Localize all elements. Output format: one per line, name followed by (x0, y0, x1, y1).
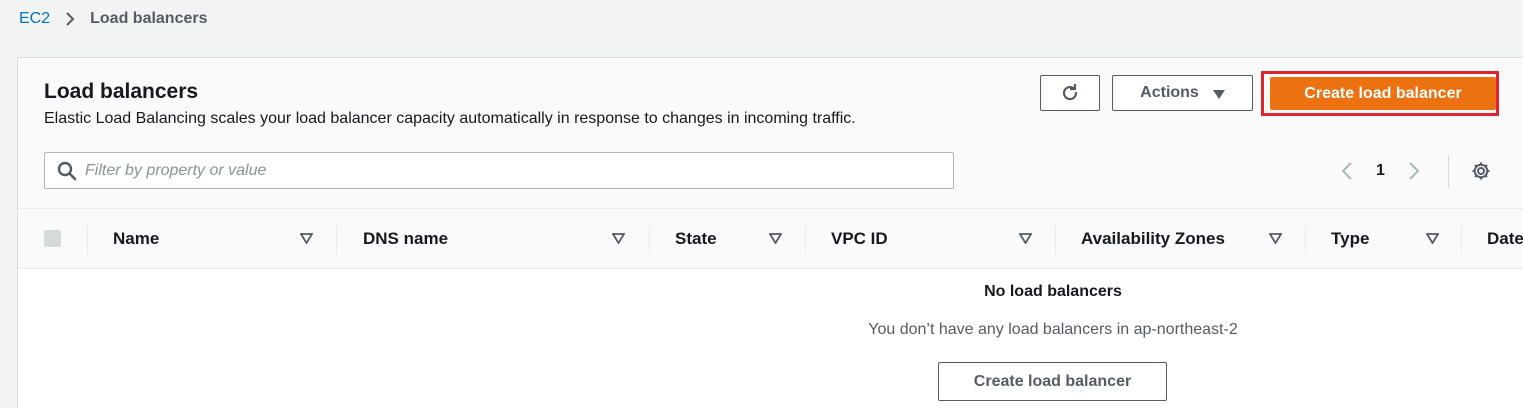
actions-dropdown[interactable]: Actions (1112, 75, 1253, 111)
column-header-type[interactable]: Type (1331, 209, 1369, 269)
column-divider (87, 225, 88, 254)
empty-state-title: No load balancers (984, 283, 1122, 300)
column-divider (1055, 225, 1056, 254)
chevron-left-icon[interactable] (1340, 160, 1354, 182)
refresh-button[interactable] (1040, 75, 1100, 111)
column-header-availability-zones[interactable]: Availability Zones (1081, 209, 1225, 269)
column-header-vpc-id[interactable]: VPC ID (831, 209, 888, 269)
chevron-right-icon (66, 12, 75, 26)
column-header-name[interactable]: Name (113, 209, 159, 269)
load-balancers-panel: Load balancers Elastic Load Balancing sc… (17, 57, 1523, 408)
sort-icon[interactable] (612, 233, 625, 244)
search-icon (57, 161, 77, 180)
panel-header: Load balancers Elastic Load Balancing sc… (18, 58, 1523, 209)
create-load-balancer-button[interactable]: Create load balancer (1270, 77, 1496, 110)
column-header-state[interactable]: State (675, 209, 717, 269)
column-divider (805, 225, 806, 254)
column-header-date[interactable]: Date (1487, 209, 1523, 269)
table-header: Name DNS name State VPC ID Availability … (18, 209, 1523, 269)
current-page[interactable]: 1 (1376, 162, 1385, 180)
empty-state-message: You don’t have any load balancers in ap-… (868, 321, 1238, 338)
create-button-highlight: Create load balancer (1261, 71, 1499, 116)
sort-icon[interactable] (1019, 233, 1032, 244)
breadcrumb-current: Load balancers (90, 10, 208, 27)
column-divider (1461, 225, 1462, 254)
actions-label: Actions (1140, 84, 1199, 101)
chevron-right-icon[interactable] (1407, 160, 1421, 182)
empty-state-create-button[interactable]: Create load balancer (938, 362, 1167, 401)
pagination: 1 (1340, 158, 1421, 184)
page-description: Elastic Load Balancing scales your load … (44, 110, 856, 127)
column-divider (336, 225, 337, 254)
page-title: Load balancers (44, 80, 199, 103)
breadcrumb: EC2 Load balancers (19, 10, 208, 28)
settings-icon[interactable] (1470, 160, 1492, 182)
sort-icon[interactable] (769, 233, 782, 244)
pager-divider (1448, 155, 1449, 187)
sort-icon[interactable] (300, 233, 313, 244)
sort-icon[interactable] (1269, 233, 1282, 244)
refresh-icon (1062, 84, 1078, 101)
breadcrumb-link-ec2[interactable]: EC2 (19, 10, 50, 28)
select-all-checkbox[interactable] (44, 230, 61, 247)
sort-icon[interactable] (1426, 233, 1439, 244)
column-divider (649, 225, 650, 254)
column-header-dns-name[interactable]: DNS name (363, 209, 448, 269)
filter-input[interactable] (85, 161, 935, 180)
caret-down-icon (1212, 89, 1225, 99)
column-divider (1305, 225, 1306, 254)
filter-field[interactable] (44, 152, 954, 189)
